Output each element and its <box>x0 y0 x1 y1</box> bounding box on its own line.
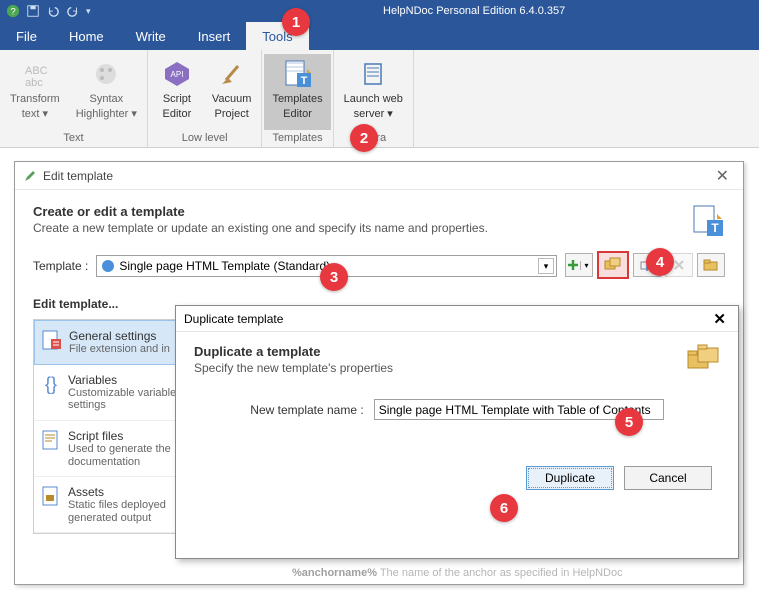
window-titlebar: ? ▾ HelpNDoc Personal Edition 6.4.0.357 <box>0 0 759 22</box>
callout-6: 6 <box>490 494 518 522</box>
template-label: Template : <box>33 259 88 273</box>
placeholder-hint: %anchorname% The name of the anchor as s… <box>292 567 623 579</box>
svg-text:?: ? <box>10 7 15 18</box>
chevron-down-icon[interactable]: ▾ <box>580 261 592 270</box>
dialog-sub: Create a new template or update an exist… <box>33 221 488 235</box>
close-button[interactable]: ✕ <box>709 310 730 328</box>
syntax-highlighter-button[interactable]: Syntax Highlighter ▾ <box>68 54 145 130</box>
menubar: File Home Write Insert Tools <box>0 22 759 50</box>
dialog-title: Edit template <box>43 169 113 183</box>
callout-3: 3 <box>320 263 348 291</box>
server-icon <box>357 58 389 90</box>
settings-icon <box>41 329 63 351</box>
qat: ? ▾ <box>0 4 91 18</box>
app-title: HelpNDoc Personal Edition 6.4.0.357 <box>194 5 566 17</box>
template-toolbar: ▾ <box>565 253 725 279</box>
dialog-header: Duplicate template ✕ <box>176 306 738 332</box>
tab-write[interactable]: Write <box>120 22 182 50</box>
dialog-sub: Specify the new template's properties <box>194 361 393 375</box>
svg-text:abc: abc <box>25 77 43 88</box>
redo-icon[interactable] <box>66 4 80 18</box>
qat-dropdown-icon[interactable]: ▾ <box>86 4 91 18</box>
ribbon-group-text: ABCabc Transform text ▾ Syntax Highlight… <box>0 50 148 147</box>
ribbon-group-templates: T Templates Editor Templates <box>262 50 333 147</box>
ribbon: ABCabc Transform text ▾ Syntax Highlight… <box>0 50 759 148</box>
script-icon <box>40 429 62 451</box>
open-folder-button[interactable] <box>697 253 725 277</box>
undo-icon[interactable] <box>46 4 60 18</box>
callout-5: 5 <box>615 408 643 436</box>
add-template-button[interactable]: ▾ <box>565 253 593 277</box>
sidebar-item-variables[interactable]: {} VariablesCustomizable variable settin… <box>34 365 188 421</box>
template-large-icon: T <box>691 204 725 238</box>
tab-insert[interactable]: Insert <box>182 22 247 50</box>
tab-home[interactable]: Home <box>53 22 120 50</box>
template-icon: T <box>282 58 314 90</box>
cancel-button[interactable]: Cancel <box>624 466 712 490</box>
braces-icon: {} <box>40 373 62 395</box>
svg-text:API: API <box>170 70 183 79</box>
html-icon <box>101 259 115 273</box>
edit-template-sidebar: General settingsFile extension and in {}… <box>33 319 189 534</box>
vacuum-project-button[interactable]: Vacuum Project <box>204 54 260 130</box>
dialog-heading: Create or edit a template <box>33 204 488 219</box>
duplicate-template-dialog: Duplicate template ✕ Duplicate a templat… <box>175 305 739 559</box>
new-name-label: New template name : <box>250 403 363 417</box>
templates-editor-button[interactable]: T Templates Editor <box>264 54 330 130</box>
dialog-heading: Duplicate a template <box>194 344 393 359</box>
pencil-icon <box>23 169 37 183</box>
duplicate-template-button[interactable] <box>597 251 629 279</box>
callout-2: 2 <box>350 124 378 152</box>
dialog-header: Edit template ✕ <box>15 162 743 190</box>
svg-text:T: T <box>711 221 719 235</box>
callout-1: 1 <box>282 8 310 36</box>
transform-icon: ABCabc <box>19 58 51 90</box>
folders-icon <box>686 344 720 374</box>
broom-icon <box>216 58 248 90</box>
transform-text-button[interactable]: ABCabc Transform text ▾ <box>2 54 68 130</box>
tab-file[interactable]: File <box>0 22 53 50</box>
svg-text:T: T <box>300 75 307 87</box>
close-button[interactable]: ✕ <box>710 166 735 186</box>
save-icon[interactable] <box>26 4 40 18</box>
chevron-down-icon[interactable]: ▾ <box>538 258 554 274</box>
callout-4: 4 <box>646 248 674 276</box>
template-value: Single page HTML Template (Standard) <box>119 259 330 273</box>
launch-webserver-button[interactable]: Launch web server ▾ <box>336 54 411 130</box>
dialog-title: Duplicate template <box>184 312 283 326</box>
sidebar-item-scripts[interactable]: Script filesUsed to generate the documen… <box>34 421 188 477</box>
duplicate-button[interactable]: Duplicate <box>526 466 614 490</box>
assets-icon <box>40 485 62 507</box>
script-editor-button[interactable]: API Script Editor <box>150 54 204 130</box>
ribbon-group-lowlevel: API Script Editor Vacuum Project Low lev… <box>148 50 263 147</box>
help-icon[interactable]: ? <box>6 4 20 18</box>
svg-text:{}: {} <box>45 374 57 394</box>
palette-icon <box>90 58 122 90</box>
sidebar-item-general[interactable]: General settingsFile extension and in <box>34 320 188 365</box>
svg-text:ABC: ABC <box>25 65 48 77</box>
sidebar-item-assets[interactable]: AssetsStatic files deployed generated ou… <box>34 477 188 533</box>
api-icon: API <box>161 58 193 90</box>
